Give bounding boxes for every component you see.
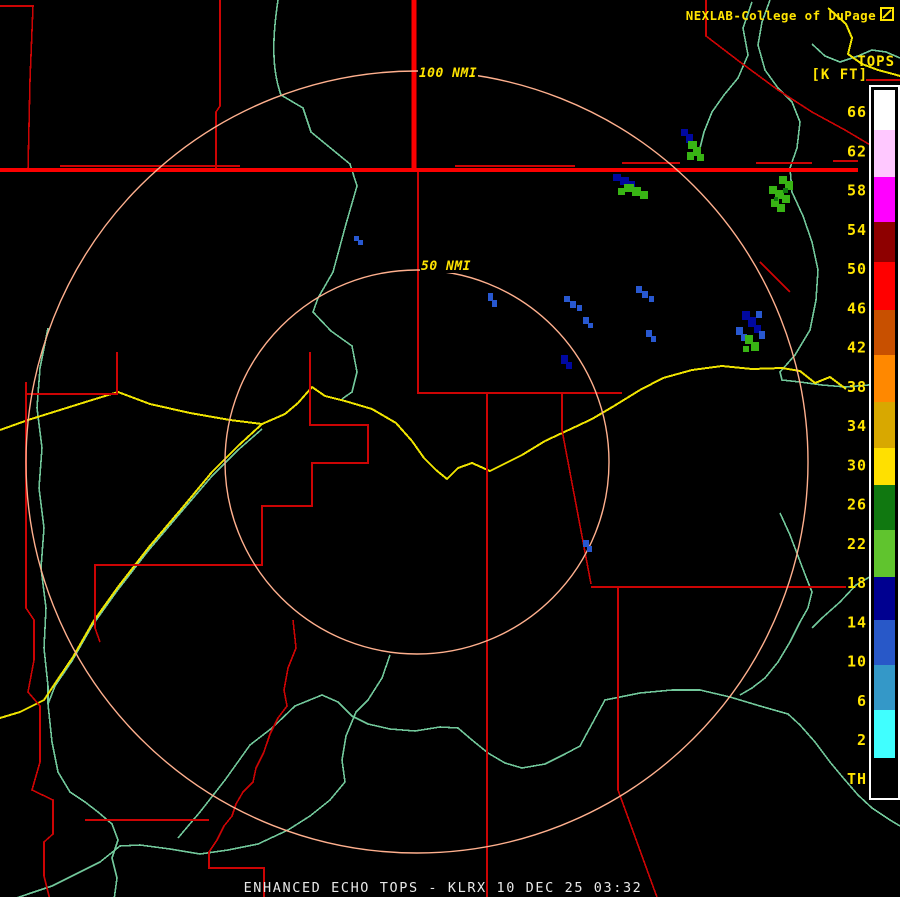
echo-pixel [687,152,694,160]
map-background [0,0,900,900]
legend-tick-label: 14 [847,613,867,631]
legend-color-swatch [874,177,895,222]
echo-pixel [774,197,778,201]
legend-color-swatch [874,222,895,262]
legend-units: [K FT] [811,67,868,83]
echo-pixel [488,293,493,301]
legend-tick-label: 18 [847,574,867,592]
echo-pixel [736,327,743,335]
legend-color-swatch [874,577,895,620]
echo-pixel [587,546,592,552]
legend-threshold-label: TH [847,770,867,788]
legend-color-swatch [874,355,895,402]
legend-tick-label: 46 [847,299,867,317]
legend-tick-label: 2 [857,731,867,749]
range-ring-50nmi-label: 50 NMI [421,259,471,274]
echo-pixel [697,154,704,161]
legend-tick-label: 54 [847,221,867,239]
echo-pixel [751,342,759,351]
echo-pixel [588,323,593,328]
echo-pixel [651,336,656,342]
legend-color-swatch [874,530,895,577]
legend-tick-label: 22 [847,535,867,553]
echo-pixel [642,291,648,298]
legend-color-swatch [874,665,895,710]
echo-pixel [646,330,652,337]
legend-tick-label: 62 [847,142,867,160]
echo-pixel [743,346,749,352]
legend-color-swatch [874,620,895,665]
radar-viewport: 100 NMI 50 NMI NEXLAB-College of DuPage … [0,0,900,900]
echo-pixel [632,187,641,196]
echo-pixel [583,317,589,324]
legend-tick-label: 10 [847,653,867,671]
echo-pixel [570,301,576,308]
brand-text: NEXLAB-College of DuPage [686,8,876,23]
echo-pixel [640,191,648,199]
legend-color-swatch [874,310,895,355]
echo-pixel [358,240,363,245]
echo-pixel [577,305,582,311]
echo-pixel [620,177,629,185]
radar-map: 100 NMI 50 NMI NEXLAB-College of DuPage … [0,0,900,900]
legend-tick-label: 38 [847,378,867,396]
legend-color-swatch [874,90,895,130]
echo-pixel [756,311,762,318]
echo-pixel [583,540,589,547]
echo-pixel [783,188,788,193]
echo-pixel [782,195,790,203]
legend-color-swatch [874,262,895,310]
echo-pixel [492,300,497,307]
legend-tick-label: 42 [847,339,867,357]
legend-tick-label: 66 [847,103,867,121]
echo-pixel [636,286,642,293]
echo-pixel [566,362,572,369]
color-scale-segments [874,90,895,758]
legend-tick-label: 34 [847,417,867,435]
echo-pixel [564,296,570,302]
echo-pixel [649,296,654,302]
echo-pixel [759,331,765,339]
range-ring-100nmi-label: 100 NMI [419,66,477,81]
legend-color-swatch [874,485,895,530]
legend-tick-label: 58 [847,182,867,200]
legend-tick-label: 50 [847,260,867,278]
legend-tick-label: 26 [847,496,867,514]
legend-color-swatch [874,402,895,448]
product-caption: ENHANCED ECHO TOPS - KLRX 10 DEC 25 03:3… [244,880,643,896]
legend-color-swatch [874,130,895,177]
legend-color-swatch [874,710,895,758]
echo-pixel [613,174,621,181]
legend-tick-label: 6 [857,692,867,710]
echo-pixel [777,204,785,212]
echo-pixel [618,188,625,195]
legend-tick-label: 30 [847,456,867,474]
legend-color-swatch [874,448,895,485]
